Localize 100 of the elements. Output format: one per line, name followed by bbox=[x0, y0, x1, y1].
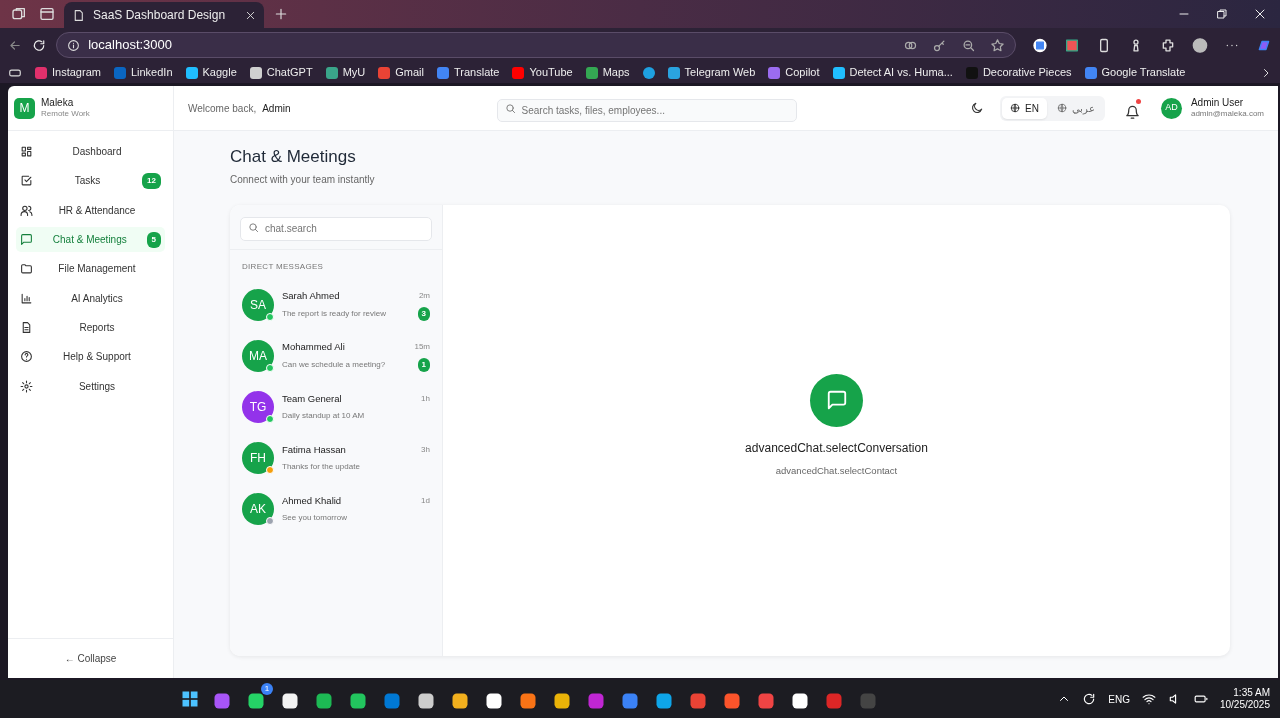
clock-date[interactable]: 10/25/2025 bbox=[1219, 699, 1270, 712]
count-badge: 12 bbox=[142, 172, 161, 189]
nav-item[interactable]: Reports bbox=[16, 314, 165, 341]
nav-item[interactable]: Chat & Meetings 5 bbox=[16, 226, 165, 253]
nav-item[interactable]: AI Analytics bbox=[16, 285, 165, 311]
close-icon[interactable] bbox=[1254, 8, 1266, 20]
moon-icon[interactable] bbox=[970, 101, 985, 115]
brand-subtitle: Remote Work bbox=[41, 109, 90, 119]
avatar: FH bbox=[242, 441, 274, 474]
search-field[interactable]: Search tasks, files, employees... bbox=[496, 98, 797, 122]
bookmark-link[interactable]: Maps bbox=[585, 64, 630, 81]
contact-name: Team General bbox=[282, 391, 342, 406]
bookmark-link[interactable]: Instagram bbox=[35, 64, 101, 81]
nav-item[interactable]: Tasks 12 bbox=[16, 168, 165, 194]
bookmark-link[interactable]: Gmail bbox=[378, 64, 424, 81]
conversation-item[interactable]: TG Team General 1h Daily standup at 10 AM bbox=[230, 381, 442, 433]
empty-state-title: advancedChat.selectConversation bbox=[745, 439, 928, 457]
language-button[interactable]: عربي bbox=[1048, 97, 1103, 119]
avatar: AD bbox=[1160, 97, 1182, 119]
bookmark-link[interactable]: Telegram Web bbox=[667, 64, 756, 81]
reload-icon[interactable] bbox=[32, 37, 47, 53]
bar-chart-icon bbox=[20, 291, 33, 305]
tab-title: SaaS Dashboard Design bbox=[93, 7, 227, 24]
bookmark-link[interactable]: Detect AI vs. Huma... bbox=[832, 64, 953, 81]
conversation-item[interactable]: AK Ahmed Khalid 1d See you tomorrow bbox=[230, 483, 442, 535]
windows-icon[interactable] bbox=[180, 689, 200, 709]
contact-name: Fatima Hassan bbox=[282, 442, 346, 457]
window-icon[interactable] bbox=[39, 6, 55, 22]
avatar-icon[interactable] bbox=[1192, 36, 1208, 54]
nav-item[interactable]: HR & Attendance bbox=[16, 197, 165, 223]
bookmark-link[interactable]: Translate bbox=[437, 64, 500, 81]
conversation-item[interactable]: MA Mohammed Ali 15m Can we schedule a meeting? 1 bbox=[230, 330, 442, 382]
clock-time[interactable]: 1:35 AM bbox=[1219, 686, 1270, 699]
avatar: TG bbox=[242, 390, 274, 423]
message-preview: Thanks for the update bbox=[282, 461, 360, 473]
avatar: MA bbox=[242, 339, 274, 372]
bell-icon[interactable] bbox=[1124, 105, 1140, 121]
search-icon bbox=[248, 221, 259, 233]
count-badge: 5 bbox=[146, 231, 161, 248]
avatar: AK bbox=[242, 492, 274, 525]
conversation-item[interactable]: FH Fatima Hassan 3h Thanks for the update bbox=[230, 432, 442, 484]
bookmark-link[interactable]: MyU bbox=[325, 64, 366, 81]
nav-item[interactable]: Settings bbox=[16, 373, 165, 399]
globe-icon bbox=[1056, 103, 1067, 113]
bookmark-link[interactable]: Kaggle bbox=[185, 64, 237, 81]
bookmark-link[interactable]: Decorative Pieces bbox=[965, 64, 1072, 81]
language-indicator[interactable]: ENG bbox=[1108, 691, 1130, 707]
unread-badge: 1 bbox=[417, 358, 430, 372]
tabs-icon[interactable] bbox=[11, 6, 27, 22]
document-icon bbox=[20, 320, 33, 334]
contact-name: Ahmed Khalid bbox=[282, 493, 342, 508]
user-name: Admin bbox=[262, 101, 291, 116]
unread-badge: 3 bbox=[417, 307, 430, 321]
bookmark-link[interactable]: Copilot bbox=[768, 64, 820, 81]
welcome-text: Welcome back, bbox=[188, 101, 257, 116]
empty-state-subtitle: advancedChat.selectContact bbox=[775, 463, 898, 478]
wifi-icon[interactable] bbox=[1141, 692, 1156, 706]
message-time: 1h bbox=[421, 392, 430, 405]
logo-icon: M bbox=[14, 97, 35, 119]
language-button[interactable]: EN bbox=[1002, 97, 1047, 119]
contact-name: Mohammed Ali bbox=[282, 339, 345, 354]
message-preview: The report is ready for review bbox=[282, 308, 387, 320]
restore-icon[interactable] bbox=[1216, 8, 1228, 20]
sync-icon[interactable] bbox=[1082, 692, 1097, 706]
message-preview: See you tomorrow bbox=[282, 512, 347, 524]
nav-item[interactable]: Help & Support bbox=[16, 344, 165, 370]
search-field[interactable]: chat.search bbox=[240, 216, 432, 241]
nav-item[interactable]: File Management bbox=[16, 256, 165, 282]
battery-icon[interactable] bbox=[1193, 692, 1208, 706]
globe-icon bbox=[1010, 103, 1021, 113]
bookmark-link[interactable]: YouTube bbox=[512, 64, 573, 81]
bookmark-link[interactable]: Google Translate bbox=[1084, 64, 1186, 81]
profile-email: admin@maleka.com bbox=[1190, 109, 1264, 119]
settings-icon bbox=[20, 379, 33, 393]
collapse-button[interactable]: ← Collapse bbox=[58, 650, 123, 667]
info-icon bbox=[67, 38, 81, 52]
browser-tab[interactable]: SaaS Dashboard Design bbox=[64, 2, 264, 28]
bookmark-icon[interactable] bbox=[642, 66, 655, 79]
bookmark-link[interactable]: LinkedIn bbox=[113, 64, 173, 81]
grid-icon bbox=[20, 145, 33, 159]
address-bar[interactable]: localhost:3000 bbox=[56, 32, 1017, 58]
star-icon[interactable] bbox=[990, 37, 1006, 53]
avatar: SA bbox=[242, 288, 274, 321]
folder-icon bbox=[20, 262, 33, 276]
bookmark-link[interactable]: ChatGPT bbox=[249, 64, 313, 81]
close-icon[interactable] bbox=[245, 9, 256, 21]
section-heading: DIRECT MESSAGES bbox=[230, 249, 442, 280]
message-preview: Daily standup at 10 AM bbox=[282, 410, 365, 422]
checkbox-icon bbox=[20, 174, 33, 188]
nav-item[interactable]: Dashboard bbox=[16, 139, 165, 165]
page-title: Chat & Meetings bbox=[230, 147, 357, 168]
message-time: 15m bbox=[414, 340, 430, 353]
page-subtitle: Connect with your team instantly bbox=[230, 173, 376, 188]
conversation-item[interactable]: SA Sarah Ahmed 2m The report is ready for review 3 bbox=[230, 279, 442, 331]
chat-bubble-icon bbox=[810, 373, 863, 427]
message-preview: Can we schedule a meeting? bbox=[282, 359, 386, 371]
message-time: 1d bbox=[421, 494, 430, 507]
plus-icon[interactable] bbox=[274, 7, 288, 21]
search-icon bbox=[504, 102, 516, 114]
notification-badge: 1 bbox=[261, 683, 273, 695]
